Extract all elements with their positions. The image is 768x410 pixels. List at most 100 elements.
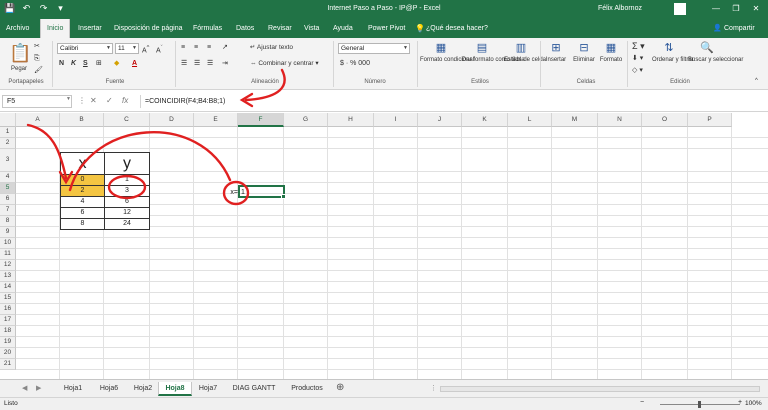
cell-e5-label[interactable]: x= — [226, 187, 238, 198]
tab-power-pivot[interactable]: Power Pivot — [368, 19, 405, 38]
column-header-j[interactable]: J — [418, 113, 462, 127]
sort-filter-button[interactable]: ⇅ Ordenar y filtrar — [652, 41, 694, 64]
row-header-3[interactable]: 3 — [0, 149, 16, 172]
delete-cells-button[interactable]: ⊟ Eliminar — [570, 41, 598, 64]
sheet-tab-productos[interactable]: Productos — [284, 382, 330, 396]
row-header-16[interactable]: 16 — [0, 304, 16, 315]
sheet-tab-hoja1[interactable]: Hoja1 — [56, 382, 90, 396]
name-box[interactable]: F5 — [2, 95, 72, 108]
sheet-tab-diag-gantt[interactable]: DIAG GANTT — [226, 382, 282, 396]
cancel-icon[interactable]: ✕ — [90, 96, 97, 105]
column-header-g[interactable]: G — [284, 113, 328, 127]
number-format-select[interactable]: General ▼ — [338, 43, 410, 54]
align-middle-icon[interactable]: ≡ — [194, 43, 198, 53]
copy-icon[interactable]: ⎘ — [34, 54, 40, 64]
merge-center-button[interactable]: ⇔ Combinar y centrar ▾ — [250, 59, 319, 69]
column-header-l[interactable]: L — [508, 113, 552, 127]
row-header-11[interactable]: 11 — [0, 249, 16, 260]
font-color-icon[interactable]: A — [132, 59, 137, 69]
zoom-out-icon[interactable]: − — [640, 399, 644, 406]
tab-formulas[interactable]: Fórmulas — [193, 19, 222, 38]
tab-disposicion[interactable]: Disposición de página — [114, 19, 183, 38]
insert-cells-button[interactable]: ⊞ Insertar — [543, 41, 569, 64]
column-header-p[interactable]: P — [688, 113, 732, 127]
tab-ayuda[interactable]: Ayuda — [333, 19, 353, 38]
table-header-y[interactable]: y — [104, 152, 150, 175]
minimize-button[interactable]: — — [708, 3, 724, 15]
cut-icon[interactable]: ✂ — [34, 42, 40, 52]
collapse-ribbon-icon[interactable]: ^ — [755, 76, 758, 86]
format-painter-icon[interactable]: 🖌 — [34, 66, 43, 76]
row-header-19[interactable]: 19 — [0, 337, 16, 348]
format-as-table-button[interactable]: ▤ Dar formato como tabla — [462, 41, 525, 64]
sheet-tab-hoja2[interactable]: Hoja2 — [126, 382, 160, 396]
name-box-dropdown-icon[interactable]: ▼ — [66, 96, 71, 102]
more-sheets-icon[interactable]: ⋮ — [430, 384, 437, 392]
add-sheet-icon[interactable]: ⊕ — [336, 382, 344, 393]
active-cell-selection[interactable] — [238, 185, 286, 199]
orientation-icon[interactable]: ↗ — [222, 43, 228, 53]
zoom-level[interactable]: 100% — [745, 400, 762, 407]
row-header-2[interactable]: 2 — [0, 138, 16, 149]
row-header-9[interactable]: 9 — [0, 227, 16, 238]
grow-font-icon[interactable]: A^ — [142, 43, 149, 56]
share-button[interactable]: Compartir — [724, 19, 755, 38]
find-select-button[interactable]: 🔍 Buscar y seleccionar — [688, 41, 743, 64]
table-header-x[interactable]: x — [60, 152, 105, 175]
row-header-13[interactable]: 13 — [0, 271, 16, 282]
tell-me-search[interactable]: ¿Qué desea hacer? — [426, 19, 488, 38]
sheet-tab-hoja8[interactable]: Hoja8 — [158, 382, 192, 396]
row-header-4[interactable]: 4 — [0, 172, 16, 183]
tab-vista[interactable]: Vista — [304, 19, 319, 38]
fill-icon[interactable]: ⬇ ▾ — [632, 54, 643, 64]
italic-button[interactable]: K — [71, 59, 76, 69]
row-header-10[interactable]: 10 — [0, 238, 16, 249]
zoom-in-icon[interactable]: + — [738, 399, 742, 406]
borders-icon[interactable]: ⊞ — [96, 59, 102, 69]
column-header-h[interactable]: H — [328, 113, 374, 127]
column-header-e[interactable]: E — [194, 113, 238, 127]
shrink-font-icon[interactable]: Aˇ — [156, 43, 163, 56]
row-header-14[interactable]: 14 — [0, 282, 16, 293]
column-header-d[interactable]: D — [150, 113, 194, 127]
table-row-y[interactable]: 24 — [104, 218, 150, 230]
row-header-21[interactable]: 21 — [0, 359, 16, 370]
row-header-8[interactable]: 8 — [0, 216, 16, 227]
font-name-select[interactable]: Calibri ▼ — [57, 43, 113, 54]
conditional-format-button[interactable]: ▦ Formato condicional — [420, 41, 474, 64]
column-header-m[interactable]: M — [552, 113, 598, 127]
row-header-15[interactable]: 15 — [0, 293, 16, 304]
paste-button[interactable]: 📋 Pegar — [6, 42, 32, 73]
row-header-1[interactable]: 1 — [0, 127, 16, 138]
font-size-select[interactable]: 11 ▼ — [115, 43, 139, 54]
avatar[interactable] — [674, 3, 686, 15]
row-header-5[interactable]: 5 — [0, 183, 16, 194]
column-header-a[interactable]: A — [16, 113, 60, 127]
row-header-7[interactable]: 7 — [0, 205, 16, 216]
indent-icon[interactable]: ⇥ — [222, 59, 228, 69]
column-header-n[interactable]: N — [598, 113, 642, 127]
wrap-text-button[interactable]: ↵ Ajustar texto — [250, 43, 293, 53]
row-header-18[interactable]: 18 — [0, 326, 16, 337]
row-header-6[interactable]: 6 — [0, 194, 16, 205]
column-header-f[interactable]: F — [238, 113, 284, 127]
number-format-buttons[interactable]: $ · % 000 — [340, 59, 370, 69]
sheet-tab-hoja6[interactable]: Hoja6 — [92, 382, 126, 396]
align-center-icon[interactable]: ☰ — [194, 59, 200, 69]
prev-sheet-icon[interactable]: ◀ — [22, 384, 27, 392]
bold-button[interactable]: N — [59, 59, 64, 69]
insert-function-icon[interactable]: fx — [122, 96, 128, 105]
align-left-icon[interactable]: ☰ — [181, 59, 187, 69]
formula-input[interactable]: =COINCIDIR(F4;B4:B8;1) — [140, 95, 764, 108]
tab-datos[interactable]: Datos — [236, 19, 254, 38]
select-all-corner[interactable] — [0, 113, 16, 127]
tab-inicio[interactable]: Inicio — [40, 19, 71, 38]
column-header-o[interactable]: O — [642, 113, 688, 127]
fill-color-icon[interactable]: ◆ — [114, 59, 119, 69]
column-header-k[interactable]: K — [462, 113, 508, 127]
enter-icon[interactable]: ✓ — [106, 96, 113, 105]
worksheet-grid[interactable]: ABCDEFGHIJKLMNOP 1 2 3 4 5 6 7 8 9 10 11 12 13 14 15 16… — [0, 113, 768, 379]
tab-revisar[interactable]: Revisar — [268, 19, 292, 38]
table-row-x[interactable]: 8 — [60, 218, 105, 230]
row-header-12[interactable]: 12 — [0, 260, 16, 271]
